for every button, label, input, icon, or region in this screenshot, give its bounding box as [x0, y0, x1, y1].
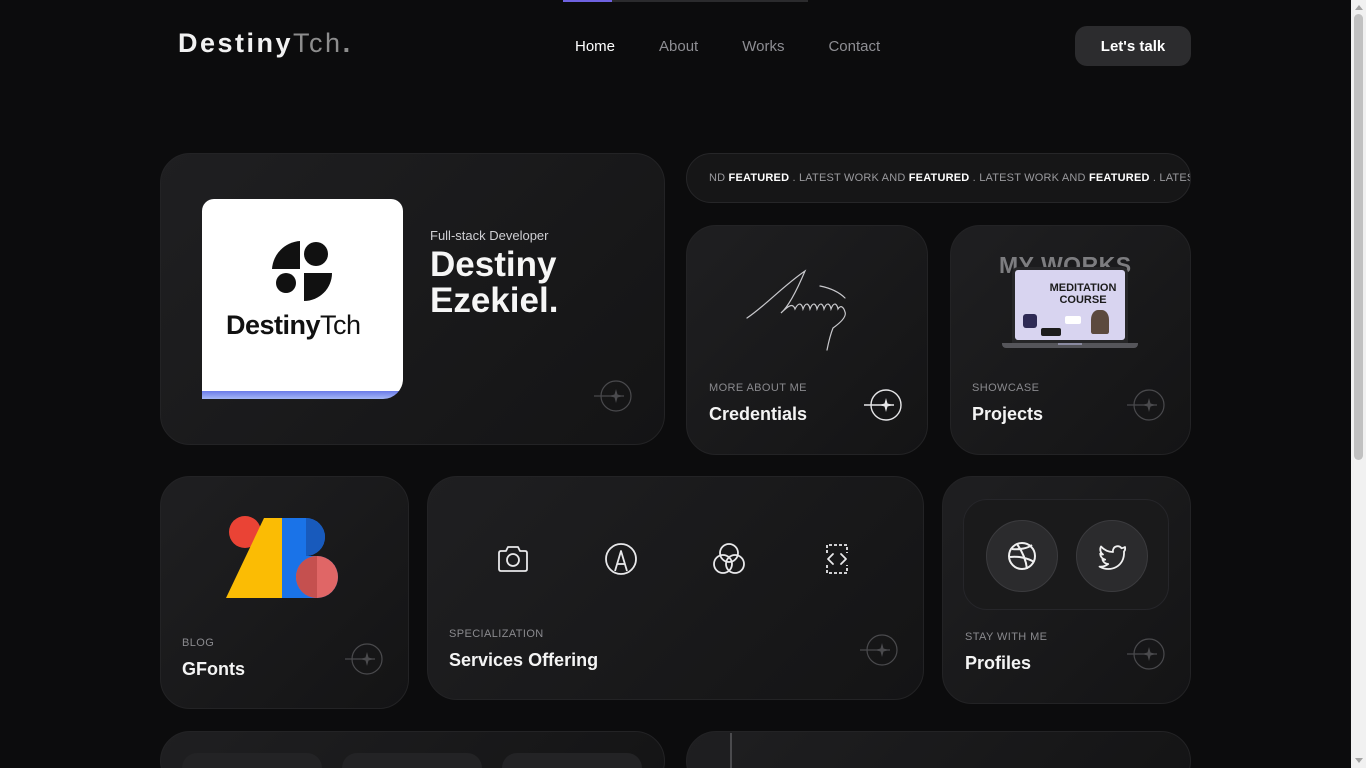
hero-image-brand: DestinyTch: [226, 310, 361, 340]
page-progress-bar: [563, 0, 808, 2]
projects-title: Projects: [972, 404, 1044, 424]
projects-arrow-icon[interactable]: [1127, 385, 1167, 425]
projects-label: SHOWCASE: [972, 382, 1040, 394]
services-label: SPECIALIZATION: [449, 628, 544, 640]
hero-subtitle: Full-stack Developer: [430, 228, 549, 243]
camera-icon: [495, 541, 531, 577]
hero-logo-image: DestinyTch: [202, 199, 403, 399]
scroll-down-icon[interactable]: [1355, 758, 1363, 763]
bottom-left-pill-3: [502, 753, 642, 768]
gfonts-arrow-icon[interactable]: [345, 639, 385, 679]
profiles-title: Profiles: [965, 653, 1032, 673]
profiles-label: STAY WITH ME: [965, 631, 1048, 643]
bottom-left-pill-1: [182, 753, 322, 768]
credentials-title: Credentials: [709, 404, 808, 424]
nav-item-contact[interactable]: Contact: [828, 38, 880, 55]
hero-arrow-icon[interactable]: [594, 376, 634, 416]
services-arrow-icon[interactable]: [860, 630, 900, 670]
code-brackets-icon: [819, 541, 855, 577]
hero-name-line2: Ezekiel.: [430, 281, 559, 320]
scroll-up-icon[interactable]: [1355, 5, 1363, 10]
nav-item-about[interactable]: About: [659, 38, 698, 55]
dribbble-button[interactable]: [986, 520, 1058, 592]
services-title: Services Offering: [449, 650, 599, 670]
nav-item-works[interactable]: Works: [742, 38, 784, 55]
gfonts-label: BLOG: [182, 637, 215, 649]
bottom-right-divider: [730, 733, 732, 768]
laptop-text-line2: COURSE: [1059, 294, 1107, 306]
site-logo[interactable]: DestinyTch.: [178, 28, 353, 59]
lets-talk-button[interactable]: Let's talk: [1075, 26, 1191, 66]
twitter-icon: [1098, 545, 1127, 570]
scrollbar[interactable]: [1351, 0, 1366, 768]
pen-tool-icon: [603, 541, 639, 577]
bottom-left-pill-2: [342, 753, 482, 768]
destinytch-mark-icon: [272, 241, 332, 301]
featured-marquee: ND FEATURED . LATEST WORK AND FEATURED .…: [686, 153, 1191, 203]
profiles-arrow-icon[interactable]: [1127, 634, 1167, 674]
color-circles-icon: [711, 541, 747, 577]
hero-name-line1: Destiny: [430, 245, 557, 284]
gfonts-title: GFonts: [182, 659, 245, 679]
laptop-mockup-image: MEDITATION COURSE: [1002, 267, 1138, 351]
credentials-arrow-icon[interactable]: [864, 385, 904, 425]
hero-name: Destiny Ezekiel.: [430, 247, 558, 319]
main-nav: Home About Works Contact: [575, 38, 880, 55]
laptop-text-line1: MEDITATION: [1049, 282, 1117, 294]
scrollbar-thumb[interactable]: [1354, 14, 1363, 460]
dribbble-icon: [1008, 542, 1036, 570]
signature-icon: [746, 269, 846, 351]
google-fonts-logo-icon: [226, 516, 338, 598]
page-progress-fill: [563, 0, 612, 2]
credentials-label: MORE ABOUT ME: [709, 382, 807, 394]
bottom-right-card[interactable]: [686, 731, 1191, 768]
nav-item-home[interactable]: Home: [575, 38, 615, 55]
marquee-text: ND FEATURED . LATEST WORK AND FEATURED .…: [709, 172, 1190, 184]
twitter-button[interactable]: [1076, 520, 1148, 592]
